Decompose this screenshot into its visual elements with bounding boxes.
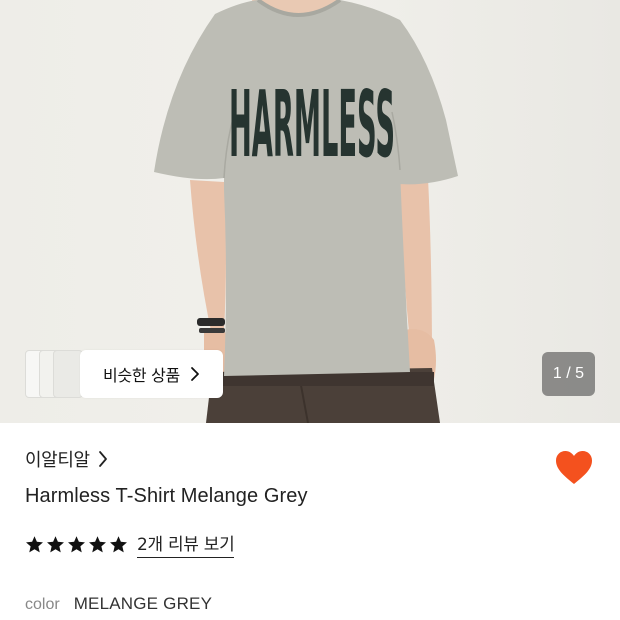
- option-label: color: [25, 596, 60, 613]
- star-icon: [110, 535, 127, 552]
- rating-stars: [25, 535, 128, 554]
- chevron-right-icon: [191, 367, 199, 381]
- shirt-print-text: HARMLESS: [229, 71, 395, 178]
- similar-products-label: 비슷한 상품: [103, 366, 180, 385]
- chevron-right-icon: [98, 451, 107, 467]
- option-value: MELANGE GREY: [73, 594, 213, 613]
- product-image-gallery[interactable]: HARMLESS 비슷한 상품 1 / 5: [0, 0, 620, 423]
- star-icon: [47, 535, 64, 552]
- similar-products-button[interactable]: 비슷한 상품: [25, 350, 223, 398]
- brand-link[interactable]: 이알티알: [25, 446, 108, 472]
- similar-thumbnails: [25, 350, 87, 398]
- color-option-row: color MELANGE GREY: [25, 594, 212, 614]
- star-icon: [68, 535, 85, 552]
- rating-row: 2개 리뷰 보기: [25, 530, 235, 558]
- product-title: Harmless T-Shirt Melange Grey: [25, 485, 308, 507]
- image-counter: 1 / 5: [542, 352, 595, 396]
- star-icon: [89, 535, 106, 552]
- star-icon: [26, 535, 43, 552]
- brand-name: 이알티알: [25, 450, 90, 471]
- view-reviews-link[interactable]: 2개 리뷰 보기: [137, 530, 235, 558]
- favorite-heart-icon[interactable]: [555, 450, 593, 486]
- similar-products-pill[interactable]: 비슷한 상품: [80, 350, 223, 398]
